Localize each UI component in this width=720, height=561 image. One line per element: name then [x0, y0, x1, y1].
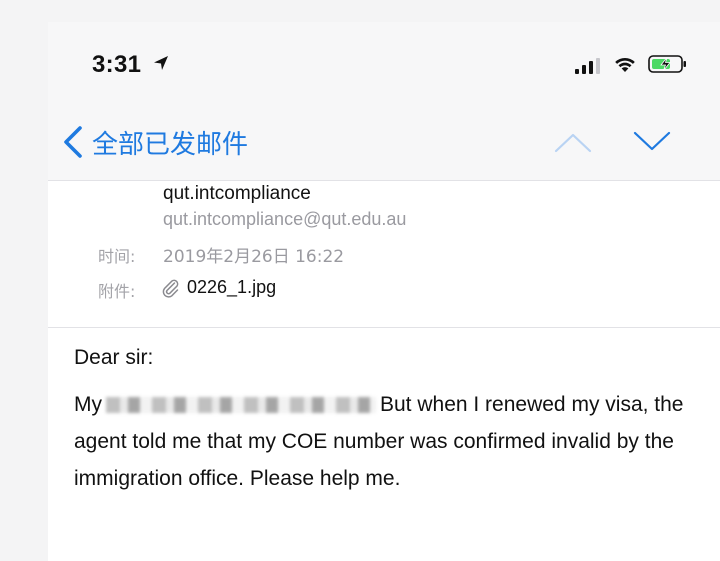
paperclip-icon: [162, 279, 179, 298]
body-paragraph: My But when I renewed my visa, the agent …: [74, 386, 694, 497]
time-label: 时间:: [98, 247, 136, 266]
chevron-down-icon[interactable]: [632, 130, 672, 154]
sender-name[interactable]: qut.intcompliance: [163, 183, 311, 205]
chevron-up-icon[interactable]: [553, 130, 593, 154]
attachment-label: 附件:: [98, 282, 136, 301]
cellular-signal-icon: [575, 58, 600, 74]
sender-email[interactable]: qut.intcompliance@qut.edu.au: [163, 209, 406, 230]
phone-screen: 3:31 全部已发邮件 qut.intcompliance qut.intcom…: [48, 22, 720, 561]
status-time: 3:31: [92, 51, 142, 78]
message-body: Dear sir: My But when I renewed my visa, …: [48, 328, 720, 561]
greeting-text: Dear sir:: [74, 346, 154, 369]
time-value: 2019年2月26日 16:22: [163, 247, 345, 267]
status-bar: 3:31: [48, 22, 720, 102]
navigation-bar: 全部已发邮件: [48, 102, 720, 181]
battery-charging-icon: [648, 55, 686, 73]
attachment-link[interactable]: 0226_1.jpg: [161, 277, 276, 298]
back-label: 全部已发邮件: [92, 129, 249, 160]
chevron-left-icon: [64, 126, 82, 158]
message-header: qut.intcompliance qut.intcompliance@qut.…: [48, 181, 720, 328]
para-start: My: [74, 393, 102, 416]
wifi-icon: [615, 57, 635, 72]
location-arrow-icon: [154, 56, 168, 70]
redacted-text: [106, 397, 376, 414]
back-button[interactable]: 全部已发邮件: [62, 122, 248, 162]
attachment-filename: 0226_1.jpg: [187, 277, 277, 297]
